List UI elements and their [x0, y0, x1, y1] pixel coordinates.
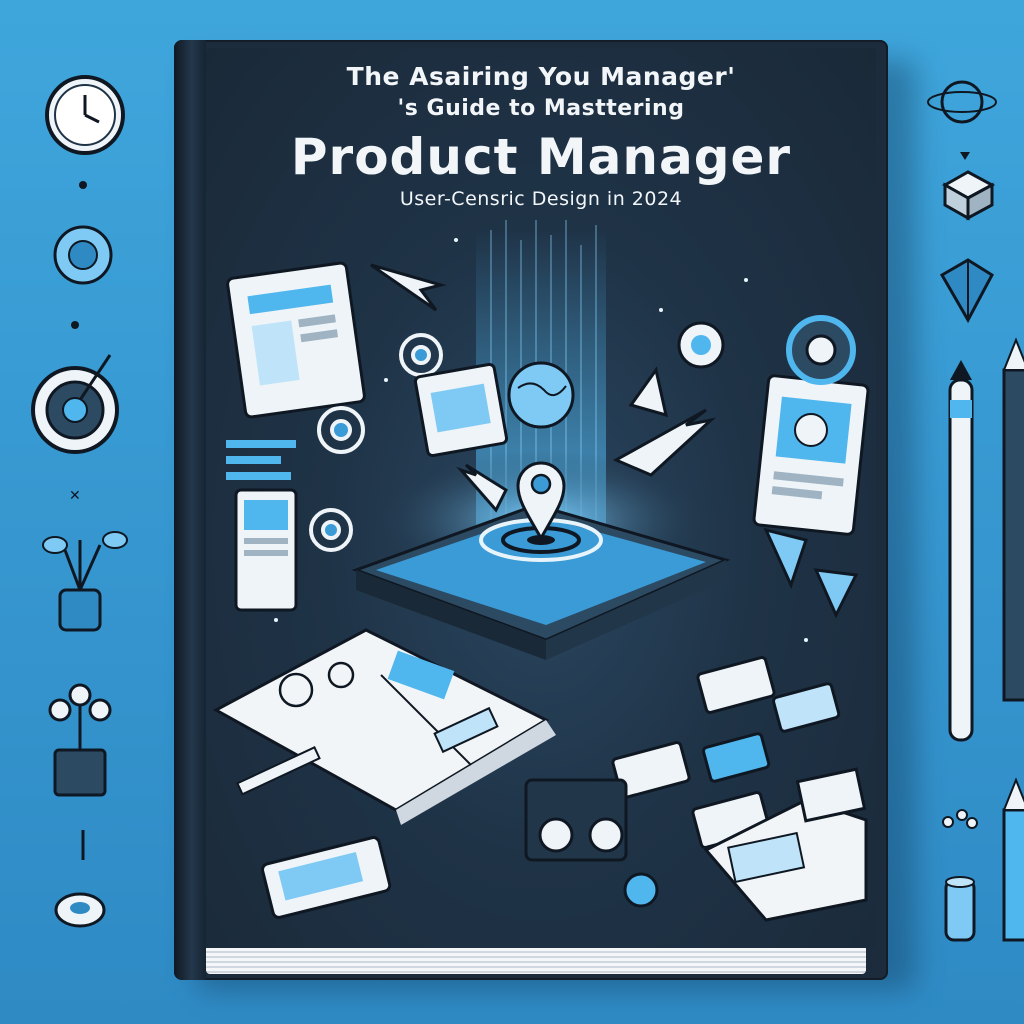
ui-screen-center: [413, 362, 509, 458]
book-cover-scene: The Asairing You Manager' 's Guide to Ma…: [0, 0, 1024, 1024]
dot-icon: [71, 321, 79, 329]
ui-screen-left-lower: [234, 488, 298, 612]
plant-icon: [42, 531, 128, 632]
pebble-icons: [942, 809, 978, 829]
globe-icon: [507, 361, 575, 429]
subtitle: User-Censric Design in 2024: [399, 188, 683, 210]
ui-bars-left: [226, 440, 296, 480]
sparkle-icon: ✕: [69, 488, 81, 504]
ring-icon: [54, 892, 106, 928]
title-line-2: 's Guide to Masttering: [397, 96, 685, 121]
open-notebook: [212, 628, 556, 825]
device-cluster: [524, 778, 659, 908]
book-pages-edge: [206, 948, 866, 974]
title-line-1: The Asairing You Manager': [346, 62, 736, 91]
prism-icon: [939, 258, 994, 324]
caret-icon: [960, 152, 970, 160]
open-book-right: [703, 767, 868, 922]
dot-icon: [79, 181, 87, 189]
settings-dial-icon: [53, 225, 113, 285]
settings-circle-icon: [677, 321, 725, 369]
right-decorations: [927, 80, 1024, 942]
ui-screen-left: [226, 261, 366, 419]
pencil-icon: [1002, 337, 1024, 702]
ui-screen-right: [752, 374, 870, 536]
eraser-icon: [944, 876, 976, 942]
target-icon: [31, 354, 119, 454]
pen-icon: [948, 360, 974, 742]
globe-icon: [927, 80, 997, 124]
triangle-cards: [763, 527, 859, 619]
cube-icon: [941, 170, 996, 221]
title-main: Product Manager: [290, 128, 792, 186]
book-spine: [174, 40, 206, 980]
cover-illustration: [212, 220, 870, 922]
marker-icon: [1002, 777, 1024, 942]
target-ring-icon: [786, 315, 856, 385]
robot-plant-icon: [48, 683, 112, 797]
clock-icon: [45, 75, 125, 155]
left-decorations: ✕: [31, 75, 128, 928]
